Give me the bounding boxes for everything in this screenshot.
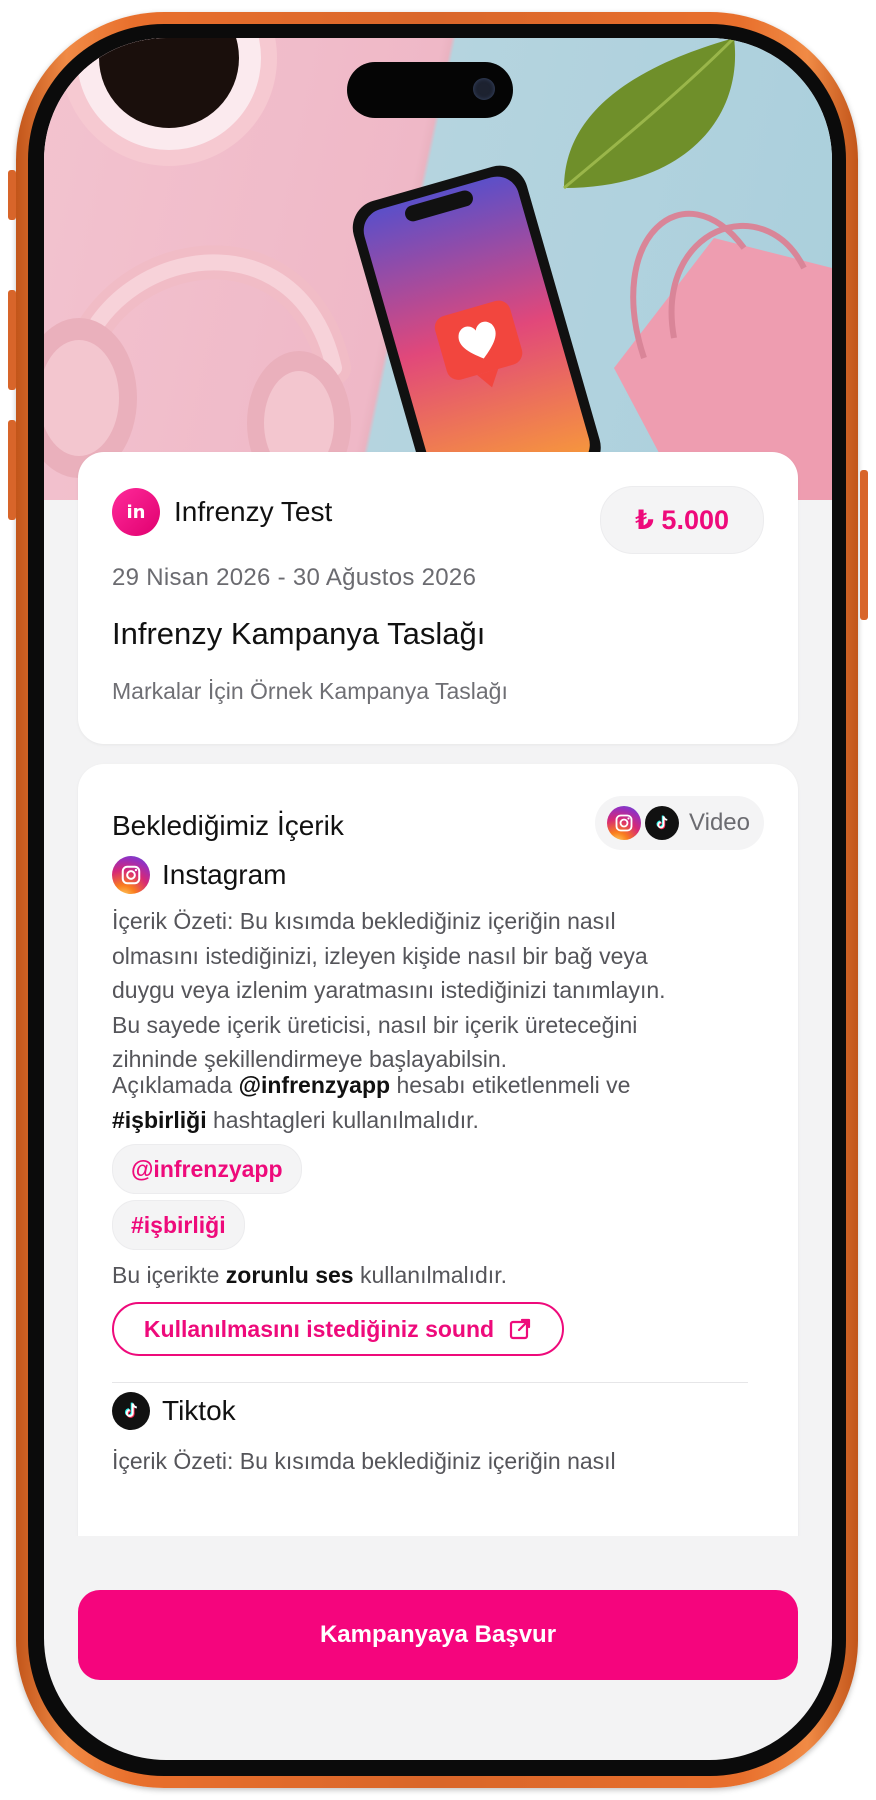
tiktok-header: Tiktok	[112, 1392, 236, 1430]
tiktok-content-summary: İçerik Özeti: Bu kısımda beklediğiniz iç…	[112, 1448, 616, 1474]
sound-required-label: zorunlu ses	[225, 1262, 354, 1288]
instagram-icon	[607, 806, 642, 840]
instagram-header: Instagram	[112, 856, 287, 894]
campaign-title: Infrenzy Kampanya Taslağı	[112, 616, 486, 651]
external-link-icon	[509, 1318, 531, 1340]
campaign-info-card: in Infrenzy Test ₺ 5.000 29 Nisan 2026 -…	[78, 452, 798, 744]
action-button	[8, 170, 16, 220]
content-format-label: Video	[689, 809, 750, 836]
campaign-budget-badge: ₺ 5.000	[600, 486, 764, 554]
tiktok-icon	[645, 806, 680, 840]
caption-prefix: Açıklamada	[112, 1072, 233, 1098]
open-sound-button[interactable]: Kullanılmasını istediğiniz sound	[112, 1302, 564, 1356]
instagram-label: Instagram	[162, 859, 287, 890]
tiktok-label: Tiktok	[162, 1395, 236, 1426]
caption-suffix: hashtagleri kullanılmalıdır.	[212, 1106, 479, 1133]
power-button	[860, 470, 868, 620]
brand-row[interactable]: in Infrenzy Test	[112, 488, 332, 536]
hashtag-tag[interactable]: #işbirliği	[112, 1200, 245, 1250]
content-format-badge: Video	[595, 796, 764, 850]
sound-prefix: Bu içerikte	[112, 1262, 220, 1288]
sound-requirement: Bu içerikte zorunlu ses kullanılmalıdır.	[112, 1258, 682, 1293]
instagram-content-summary: İçerik Özeti: Bu kısımda beklediğiniz iç…	[112, 908, 666, 1072]
required-hashtag: #işbirliği	[112, 1106, 207, 1133]
apply-campaign-button[interactable]: Kampanyaya Başvur	[78, 1590, 798, 1680]
instagram-icon	[112, 856, 150, 894]
front-camera-icon	[473, 78, 495, 100]
tiktok-icon	[112, 1392, 150, 1430]
dynamic-island	[347, 62, 513, 118]
brand-name: Infrenzy Test	[174, 496, 333, 527]
required-mention: @infrenzyapp	[238, 1072, 391, 1098]
sound-button-label: Kullanılmasını istediğiniz sound	[143, 1315, 495, 1342]
scroll-content[interactable]: in Infrenzy Test ₺ 5.000 29 Nisan 2026 -…	[44, 38, 832, 1536]
section-divider	[112, 1382, 748, 1383]
expected-content-card: Beklediğimiz İçerik Video Instagram İçer…	[78, 764, 798, 1536]
brand-logo: in	[112, 488, 160, 536]
section-heading: Beklediğimiz İçerik	[112, 810, 344, 841]
caption-requirements: Açıklamada @infrenzyapp hesabı etiketlen…	[112, 1068, 682, 1137]
caption-middle: hesabı etiketlenmeli ve	[396, 1072, 631, 1098]
sound-suffix: kullanılmalıdır.	[359, 1262, 507, 1288]
campaign-subtitle: Markalar İçin Örnek Kampanya Taslağı	[112, 678, 508, 704]
volume-up-button	[8, 290, 16, 390]
mention-tag[interactable]: @infrenzyapp	[112, 1144, 302, 1194]
volume-down-button	[8, 420, 16, 520]
campaign-dates: 29 Nisan 2026 - 30 Ağustos 2026	[112, 564, 477, 591]
app-screen: in Infrenzy Test ₺ 5.000 29 Nisan 2026 -…	[44, 38, 832, 1760]
